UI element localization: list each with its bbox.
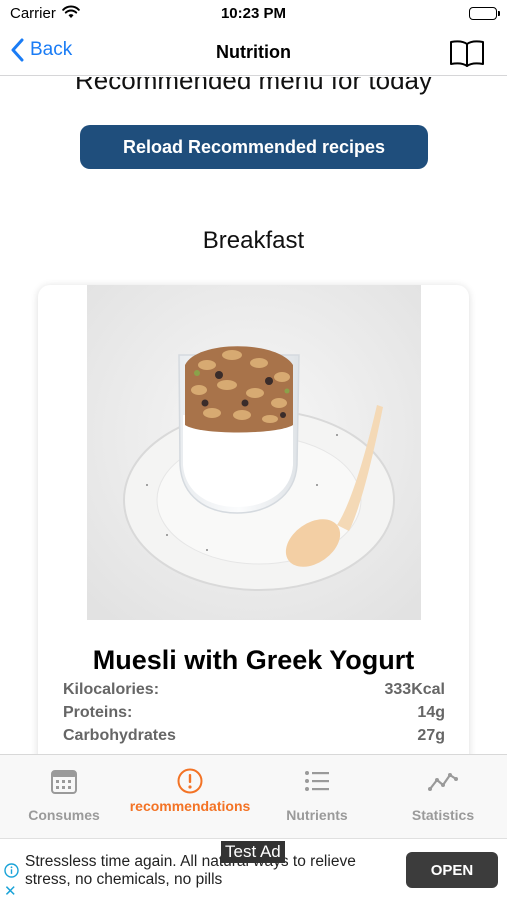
battery-icon (469, 7, 500, 20)
tab-label: recommendations (129, 798, 251, 814)
navigation-bar: Back Nutrition (0, 30, 507, 76)
nutrient-value: 14g (417, 704, 445, 721)
reload-recipes-button[interactable]: Reload Recommended recipes (80, 125, 428, 169)
tab-recommendations[interactable]: recommendations (127, 755, 253, 839)
book-icon[interactable] (449, 38, 485, 73)
meal-title: Breakfast (202, 227, 305, 254)
nutrient-row-kilocalories: Kilocalories: 333Kcal (63, 681, 445, 699)
list-icon (305, 771, 329, 791)
ad-banner[interactable]: ✕ Stressless time again. All natural way… (0, 838, 507, 900)
nutrient-label: Proteins: (63, 704, 133, 721)
ad-open-button[interactable]: OPEN (406, 852, 498, 888)
nutrient-label: Kilocalories: (63, 681, 160, 698)
tab-label: Statistics (411, 807, 475, 823)
recipe-image (87, 285, 421, 620)
recipe-card[interactable]: Muesli with Greek Yogurt Kilocalories: 3… (38, 285, 469, 754)
tab-label: Nutrients (286, 807, 348, 823)
recipe-name: Muesli with Greek Yogurt (92, 645, 415, 675)
test-ad-label: Test Ad (221, 841, 285, 863)
nutrient-value: 333Kcal (384, 681, 446, 698)
status-time: 10:23 PM (220, 5, 287, 22)
nutrient-row-proteins: Proteins: 14g (63, 704, 445, 722)
tab-nutrients[interactable]: Nutrients (254, 755, 380, 839)
page-title: Nutrition (216, 42, 291, 62)
tab-label: Consumes (28, 807, 100, 823)
exclamation-circle-icon (177, 768, 203, 794)
calendar-icon (51, 770, 77, 794)
close-icon[interactable]: ✕ (4, 882, 17, 900)
tab-bar: Consumes recommendations Nutrients Stati… (0, 754, 507, 838)
nutrient-value: 27g (417, 727, 445, 744)
section-heading: Recommended menu for today (75, 77, 432, 95)
tab-statistics[interactable]: Statistics (380, 755, 506, 839)
recommendations-content[interactable]: Recommended menu for today Reload Recomm… (0, 77, 507, 754)
tab-consumes[interactable]: Consumes (1, 755, 127, 839)
nutrient-label: Carbohydrates (63, 727, 176, 744)
status-bar: Carrier 10:23 PM (0, 0, 507, 30)
line-chart-icon (428, 773, 458, 791)
nutrient-row-carbohydrates: Carbohydrates 27g (63, 727, 445, 745)
ad-text: Stressless time again. All natural ways … (25, 853, 356, 888)
info-icon[interactable] (4, 863, 19, 883)
